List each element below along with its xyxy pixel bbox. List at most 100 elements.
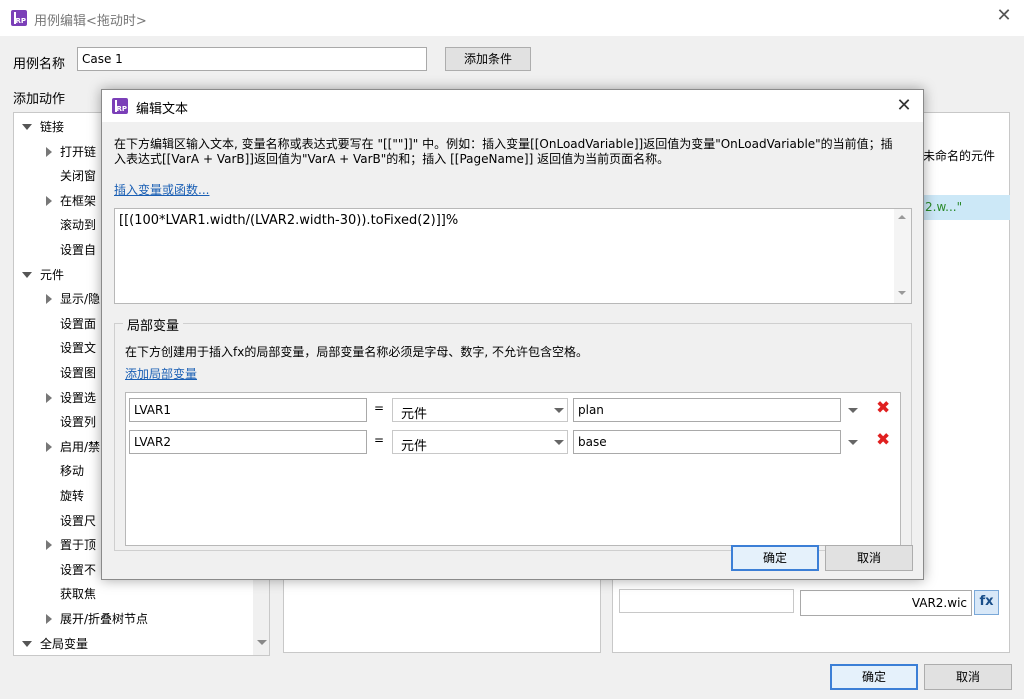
var-type-select[interactable]: 元件 <box>392 430 568 454</box>
tree-item[interactable]: 设置列 <box>14 410 96 434</box>
middle-panel <box>283 578 601 653</box>
right-selected-text: 2.w..." <box>925 200 963 214</box>
tree-item[interactable]: 移动 <box>14 459 84 483</box>
tree-item[interactable]: 设置文 <box>14 336 96 360</box>
target-dropdown-icon[interactable] <box>848 440 858 445</box>
dialog-logo-icon: RP <box>112 98 128 114</box>
expand-arrow-icon[interactable] <box>46 294 52 305</box>
editor-scroll-up-icon[interactable] <box>898 215 906 219</box>
tree-item-label: 关闭窗 <box>60 169 97 184</box>
tree-item[interactable]: 展开/折叠树节点 <box>14 607 148 631</box>
expand-arrow-icon[interactable] <box>46 614 52 624</box>
expand-arrow-icon[interactable] <box>46 540 52 551</box>
tree-item[interactable]: 设置选 <box>14 386 96 410</box>
collapse-arrow-icon[interactable] <box>22 640 32 647</box>
insert-variable-link[interactable]: 插入变量或函数... <box>114 181 209 198</box>
collapse-arrow-icon[interactable] <box>22 124 32 130</box>
edit-text-dialog: RP 编辑文本 ✕ 在下方编辑区输入文本, 变量名称或表达式要写在 "[[""]… <box>101 89 924 580</box>
dialog-title-bar: RP 编辑文本 ✕ <box>102 90 923 122</box>
tree-item[interactable]: 设置尺 <box>14 509 96 533</box>
var-equals: = <box>374 401 385 415</box>
tree-item[interactable]: 显示/隐 <box>14 287 100 311</box>
add-action-label: 添加动作 <box>13 92 66 107</box>
tree-item[interactable]: 打开链 <box>14 140 96 164</box>
collapse-arrow-icon[interactable] <box>22 271 32 278</box>
right-selected-row[interactable]: 2.w..." <box>923 195 1010 220</box>
local-vars-group: 局部变量 在下方创建用于插入fx的局部变量，局部变量名称必须是字母、数字, 不允… <box>114 315 912 551</box>
dialog-ok-button[interactable]: 确定 <box>731 545 819 571</box>
tree-item[interactable]: 链接 <box>14 115 64 139</box>
delete-var-icon[interactable]: ✖ <box>876 431 890 449</box>
expression-editor[interactable]: [[(100*LVAR1.width/(LVAR2.width-30)).toF… <box>114 208 912 304</box>
expand-arrow-icon[interactable] <box>46 441 52 452</box>
expand-arrow-icon[interactable] <box>46 392 52 403</box>
local-var-row: LVAR1 = 元件 plan ✖ <box>126 393 900 425</box>
expand-arrow-icon[interactable] <box>46 146 52 157</box>
local-vars-description: 在下方创建用于插入fx的局部变量，局部变量名称必须是字母、数字, 不允许包含空格… <box>125 345 588 359</box>
tree-item[interactable]: 全局变量 <box>14 632 89 655</box>
tree-item[interactable]: 设置不 <box>14 558 96 582</box>
main-cancel-button[interactable]: 取消 <box>924 664 1012 690</box>
tree-item-label: 设置不 <box>60 562 97 577</box>
tree-item-label: 展开/折叠树节点 <box>60 612 149 626</box>
main-close-icon[interactable]: ✕ <box>993 5 1015 27</box>
tree-item-label: 设置面 <box>60 316 97 331</box>
expression-field-text: VAR2.wic <box>911 596 967 610</box>
tree-item-label: 启用/禁 <box>60 439 101 454</box>
tree-item[interactable]: 启用/禁 <box>14 435 100 459</box>
tree-item-label: 链接 <box>40 120 65 134</box>
tree-item-label: 移动 <box>60 464 85 479</box>
editor-scrollbar[interactable] <box>894 209 911 303</box>
add-local-var-link[interactable]: 添加局部变量 <box>125 365 197 382</box>
expression-field[interactable]: VAR2.wic <box>800 590 972 616</box>
local-vars-legend: 局部变量 <box>123 315 184 334</box>
delete-var-icon[interactable]: ✖ <box>876 399 890 417</box>
expand-arrow-icon[interactable] <box>46 195 52 206</box>
tree-item[interactable]: 设置面 <box>14 312 96 336</box>
tree-item-label: 显示/隐 <box>60 292 101 307</box>
tree-item-label: 滚动到 <box>60 218 97 233</box>
editor-scroll-down-icon[interactable] <box>898 291 906 295</box>
fx-button[interactable]: fx <box>974 590 999 615</box>
dialog-close-icon[interactable]: ✕ <box>893 95 915 117</box>
tree-item[interactable]: 元件 <box>14 263 64 287</box>
scroll-down-icon[interactable] <box>257 640 267 645</box>
tree-item[interactable]: 获取焦 <box>14 582 96 606</box>
tree-item[interactable]: 设置图 <box>14 361 96 385</box>
main-ok-button[interactable]: 确定 <box>830 664 918 690</box>
local-var-row: LVAR2 = 元件 base ✖ <box>126 425 900 457</box>
case-name-input[interactable]: Case 1 <box>77 47 427 71</box>
var-equals: = <box>374 433 385 447</box>
tree-item[interactable]: 置于顶 <box>14 533 96 557</box>
right-bottom-dropdown[interactable] <box>619 589 794 613</box>
case-name-label: 用例名称 <box>13 57 66 72</box>
var-name-input[interactable]: LVAR1 <box>129 398 367 422</box>
tree-item[interactable]: 在框架 <box>14 189 96 213</box>
tree-item-label: 设置尺 <box>60 513 97 528</box>
tree-item-label: 旋转 <box>60 489 85 503</box>
main-title-bar: RP 用例编辑<拖动时> ✕ <box>0 0 1024 36</box>
var-target-input[interactable]: base <box>573 430 841 454</box>
tree-item-label: 置于顶 <box>60 538 97 553</box>
tree-item[interactable]: 旋转 <box>14 484 84 508</box>
type-dropdown-icon[interactable] <box>554 440 564 445</box>
tree-item-label: 全局变量 <box>40 636 89 651</box>
app-logo-icon: RP <box>11 10 27 26</box>
dialog-title: 编辑文本 <box>136 102 189 117</box>
var-target-input[interactable]: plan <box>573 398 841 422</box>
var-type-select[interactable]: 元件 <box>392 398 568 422</box>
type-dropdown-icon[interactable] <box>554 408 564 413</box>
var-name-input[interactable]: LVAR2 <box>129 430 367 454</box>
target-dropdown-icon[interactable] <box>848 408 858 413</box>
tree-item[interactable]: 滚动到 <box>14 213 96 237</box>
tree-item-label: 设置列 <box>60 415 97 430</box>
tree-item-label: 元件 <box>40 267 65 282</box>
tree-item[interactable]: 关闭窗 <box>14 164 96 188</box>
dialog-cancel-button[interactable]: 取消 <box>825 545 913 571</box>
main-window-title: 用例编辑<拖动时> <box>34 14 147 29</box>
add-condition-button[interactable]: 添加条件 <box>445 47 531 71</box>
dialog-instructions: 在下方编辑区输入文本, 变量名称或表达式要写在 "[[""]]" 中。例如：插入… <box>114 137 893 166</box>
fx-label: fx <box>979 594 994 609</box>
tree-item[interactable]: 设置自 <box>14 238 96 262</box>
right-panel-header: 未命名的元件 <box>923 149 996 163</box>
